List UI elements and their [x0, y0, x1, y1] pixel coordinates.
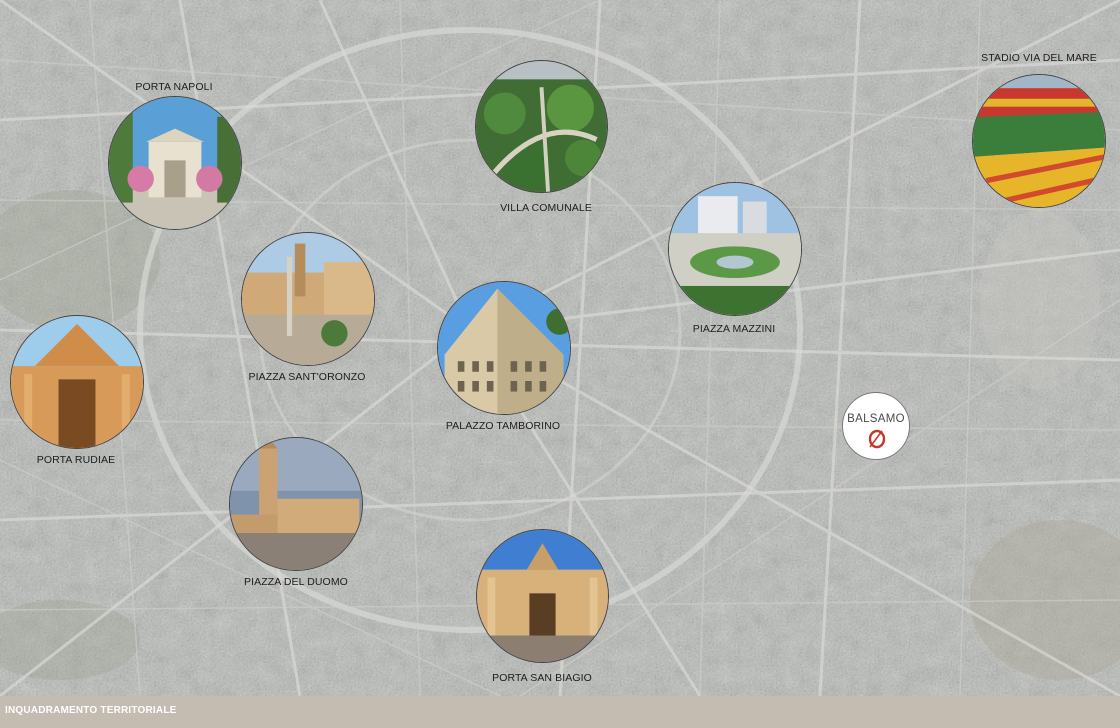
label-porta-rudiae: PORTA RUDIAE [36, 454, 116, 466]
balsamo-logo[interactable]: BALSAMO [842, 392, 910, 460]
label-piazza-santoronzo: PIAZZA SANT'ORONZO [248, 371, 366, 383]
logo-text: BALSAMO [847, 413, 905, 425]
photo-porta-san-biagio[interactable] [476, 529, 609, 663]
photo-piazza-del-duomo[interactable] [229, 437, 363, 571]
map-page: PORTA NAPOLI VILLA COMUNALE STADIO VIA D… [0, 0, 1120, 728]
photo-piazza-santoronzo[interactable] [241, 232, 375, 366]
label-palazzo-tamborino: PALAZZO TAMBORINO [445, 420, 561, 432]
label-porta-san-biagio: PORTA SAN BIAGIO [492, 672, 592, 684]
label-piazza-del-duomo: PIAZZA DEL DUOMO [244, 576, 348, 588]
label-piazza-mazzini: PIAZZA MAZZINI [692, 323, 776, 335]
label-porta-napoli: PORTA NAPOLI [135, 81, 213, 93]
photo-palazzo-tamborino[interactable] [437, 281, 571, 415]
footer-title: INQUADRAMENTO TERRITORIALE [5, 705, 177, 716]
photo-villa-comunale[interactable] [475, 60, 608, 193]
photo-porta-rudiae[interactable] [10, 315, 144, 449]
photo-stadio-via-del-mare[interactable] [972, 74, 1106, 208]
brand-mark-icon [868, 429, 886, 449]
footer-bar: INQUADRAMENTO TERRITORIALE [0, 696, 1120, 728]
photo-porta-napoli[interactable] [108, 96, 242, 230]
label-stadio-via-del-mare: STADIO VIA DEL MARE [981, 52, 1097, 64]
label-villa-comunale: VILLA COMUNALE [500, 202, 592, 214]
photo-piazza-mazzini[interactable] [668, 182, 802, 316]
